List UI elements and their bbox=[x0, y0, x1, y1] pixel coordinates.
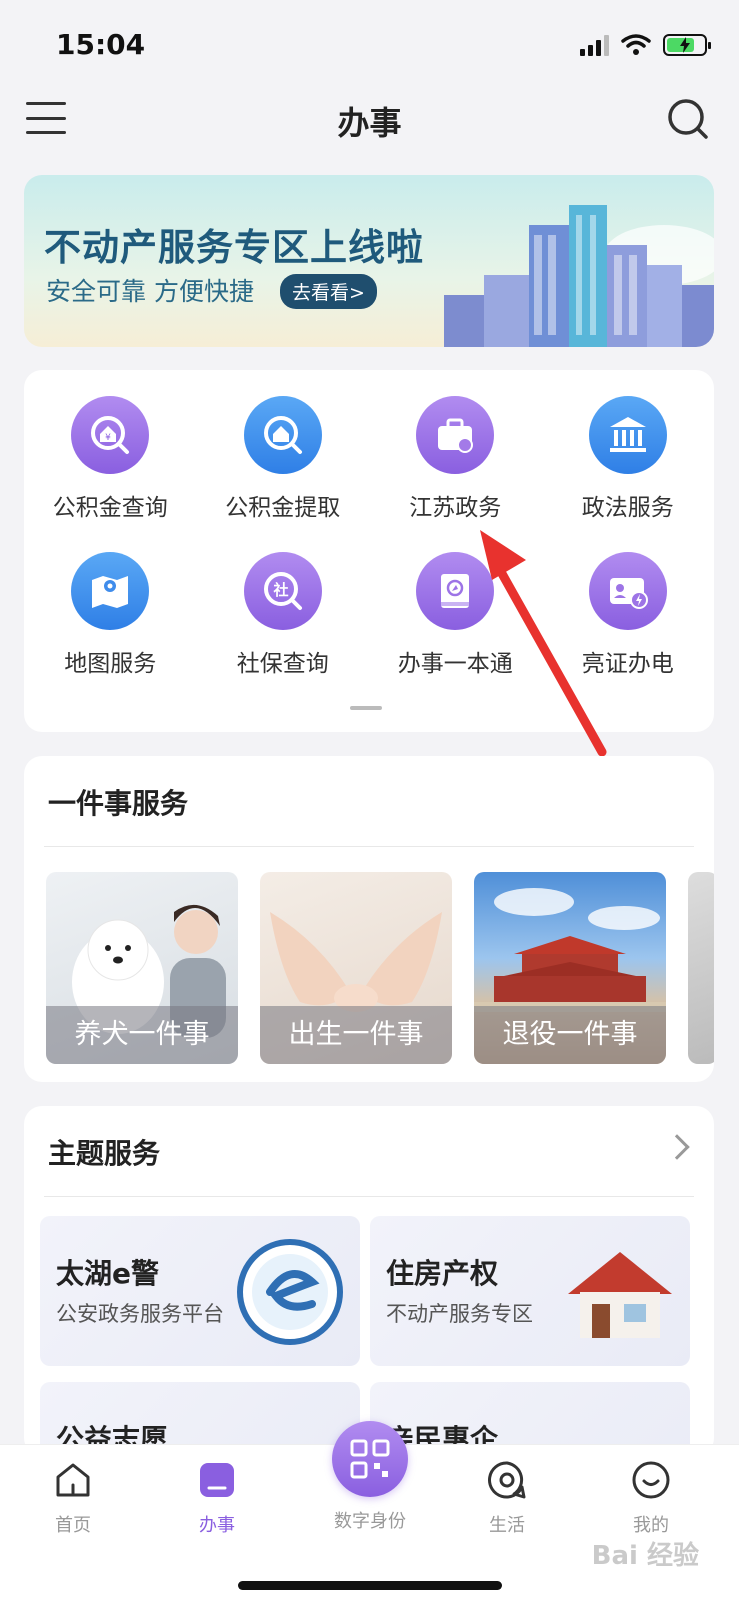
theme-tile-taihu-police[interactable]: 太湖e警 公安政务服务平台 bbox=[40, 1216, 360, 1366]
tab-label: 首页 bbox=[55, 1515, 91, 1536]
theme-services-card: 主题服务 太湖e警 公安政务服务平台 住房产权 不动产服务专区 公益志愿 亲民惠… bbox=[24, 1106, 714, 1456]
service-social-security[interactable]: 社 社保查询 bbox=[197, 552, 370, 678]
service-fund-query[interactable]: ¥ 公积金查询 bbox=[24, 396, 197, 522]
home-icon bbox=[56, 1463, 90, 1497]
status-bar: 15:04 bbox=[0, 0, 739, 90]
page-indicator bbox=[350, 706, 382, 710]
tab-mine[interactable]: 我的 bbox=[606, 1459, 696, 1537]
tab-label: 我的 bbox=[633, 1515, 669, 1536]
one-thing-birth[interactable]: 出生一件事 bbox=[260, 872, 452, 1064]
one-thing-label: 养犬一件事 bbox=[46, 1006, 238, 1064]
tab-label: 生活 bbox=[489, 1515, 525, 1536]
search-icon[interactable] bbox=[667, 98, 709, 140]
city-skyline-illustration bbox=[444, 205, 714, 347]
one-thing-label: 退役一件事 bbox=[474, 1006, 666, 1064]
id-card-icon bbox=[588, 552, 667, 630]
service-label: 政法服务 bbox=[581, 495, 674, 521]
section-title: 一件事服务 bbox=[48, 787, 189, 820]
svg-text:¥: ¥ bbox=[105, 433, 111, 443]
promo-banner[interactable]: 不动产服务专区上线啦 安全可靠 方便快捷 去看看> bbox=[24, 175, 714, 347]
service-handbook[interactable]: 办事一本通 bbox=[369, 552, 542, 678]
divider bbox=[44, 1196, 694, 1197]
tab-services[interactable]: 办事 bbox=[172, 1459, 262, 1537]
service-label: 地图服务 bbox=[64, 651, 157, 677]
svg-text:社: 社 bbox=[272, 581, 288, 599]
theme-tile-subtitle: 不动产服务专区 bbox=[386, 1302, 533, 1326]
one-thing-row: 养犬一件事 出生一件事 退役一件事 bbox=[46, 872, 714, 1064]
charging-bolt-icon bbox=[680, 37, 690, 53]
theme-tile-housing[interactable]: 住房产权 不动产服务专区 bbox=[370, 1216, 690, 1366]
services-tab-icon bbox=[200, 1463, 234, 1497]
life-tab-icon bbox=[488, 1461, 526, 1499]
home-indicator bbox=[238, 1581, 502, 1590]
service-label: 江苏政务 bbox=[409, 495, 502, 521]
chevron-right-icon[interactable] bbox=[664, 1134, 690, 1160]
service-label: 公积金查询 bbox=[52, 495, 168, 521]
service-grid-card: ¥ 公积金查询 公积金提取 江苏政务 政法服务 地图服务 社 社保查询 办事一本… bbox=[24, 370, 714, 732]
banner-subtitle: 安全可靠 方便快捷 bbox=[46, 277, 254, 306]
section-title: 主题服务 bbox=[48, 1137, 161, 1170]
book-icon bbox=[416, 552, 495, 630]
tab-home[interactable]: 首页 bbox=[28, 1459, 118, 1537]
service-grid: ¥ 公积金查询 公积金提取 江苏政务 政法服务 地图服务 社 社保查询 办事一本… bbox=[24, 396, 714, 678]
one-thing-dog[interactable]: 养犬一件事 bbox=[46, 872, 238, 1064]
service-jiangsu-gov[interactable]: 江苏政务 bbox=[369, 396, 542, 522]
service-fund-withdraw[interactable]: 公积金提取 bbox=[197, 396, 370, 522]
tab-life[interactable]: 生活 bbox=[462, 1459, 552, 1537]
cellular-signal-icon bbox=[580, 34, 609, 56]
banner-title: 不动产服务专区上线啦 bbox=[44, 226, 424, 269]
bottom-tab-bar: 首页 办事 数字身份 生活 我的 Bai 经验 bbox=[0, 1421, 739, 1600]
status-icons bbox=[580, 34, 711, 56]
theme-tile-subtitle: 公安政务服务平台 bbox=[56, 1302, 224, 1326]
theme-tile-title: 住房产权 bbox=[386, 1257, 499, 1290]
smiley-icon bbox=[632, 1461, 670, 1499]
theme-tile-title: 太湖e警 bbox=[56, 1257, 159, 1290]
page-title: 办事 bbox=[337, 104, 402, 142]
courthouse-icon bbox=[588, 396, 667, 474]
battery-icon bbox=[663, 34, 711, 56]
police-badge-icon bbox=[237, 1239, 343, 1345]
house-icon bbox=[568, 1252, 672, 1338]
status-time: 15:04 bbox=[56, 28, 146, 61]
one-thing-veteran[interactable]: 退役一件事 bbox=[474, 872, 666, 1064]
map-icon bbox=[71, 552, 150, 630]
divider bbox=[44, 846, 694, 847]
service-legal[interactable]: 政法服务 bbox=[542, 396, 715, 522]
one-thing-next-peek[interactable] bbox=[688, 872, 714, 1064]
service-label: 亮证办电 bbox=[581, 651, 674, 677]
fund-withdraw-icon bbox=[243, 396, 322, 474]
qr-code-icon bbox=[350, 1439, 390, 1479]
service-label: 社保查询 bbox=[236, 651, 329, 677]
fund-query-icon: ¥ bbox=[71, 396, 150, 474]
service-label: 办事一本通 bbox=[397, 651, 513, 677]
header: 办事 bbox=[0, 90, 739, 170]
digital-id-button[interactable] bbox=[332, 1421, 408, 1497]
one-thing-card: 一件事服务 养犬一件事 出生一件事 退役一件事 bbox=[24, 756, 714, 1082]
social-security-icon: 社 bbox=[243, 552, 322, 630]
service-id-card-power[interactable]: 亮证办电 bbox=[542, 552, 715, 678]
wifi-icon bbox=[621, 34, 651, 55]
banner-go-button[interactable]: 去看看> bbox=[280, 274, 377, 309]
service-label: 公积金提取 bbox=[225, 495, 341, 521]
tab-label[interactable]: 数字身份 bbox=[300, 1507, 440, 1533]
tab-label: 办事 bbox=[199, 1515, 235, 1536]
service-map[interactable]: 地图服务 bbox=[24, 552, 197, 678]
one-thing-label: 出生一件事 bbox=[260, 1006, 452, 1064]
watermark: Bai 经验 bbox=[591, 1541, 699, 1571]
briefcase-icon bbox=[416, 396, 495, 474]
